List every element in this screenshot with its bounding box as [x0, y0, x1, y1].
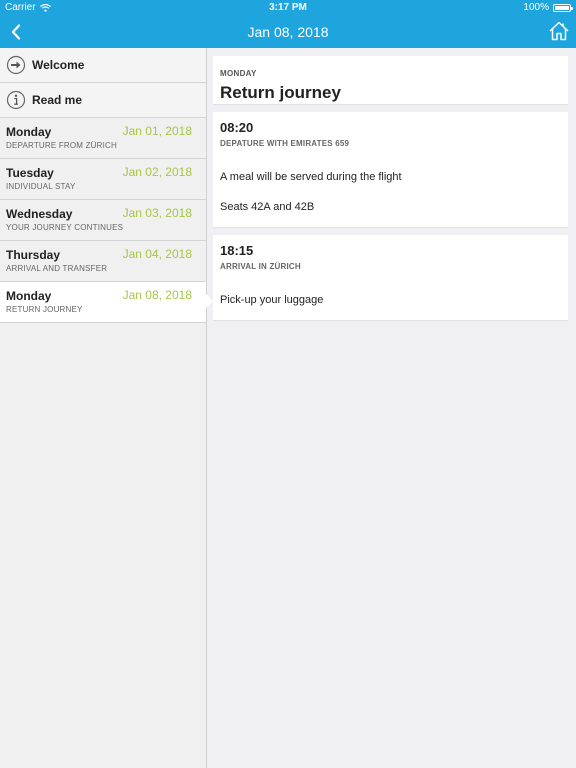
- sidebar-item-read-me[interactable]: Read me: [0, 83, 206, 118]
- event-title: DEPATURE WITH EMIRATES 659: [220, 139, 350, 148]
- event-title: ARRIVAL IN ZÜRICH: [220, 262, 301, 271]
- sidebar: Welcome Read me Monday Jan 01, 2018 DEPA…: [0, 48, 213, 768]
- day-name: Tuesday: [6, 166, 54, 180]
- day-subtitle: YOUR JOURNEY CONTINUES: [6, 223, 124, 232]
- event-note: Seats 42A and 42B: [220, 201, 315, 213]
- day-item-jan-04[interactable]: Thursday Jan 04, 2018 ARRIVAL AND TRANSF…: [0, 241, 206, 282]
- day-date: Jan 01, 2018: [122, 124, 192, 138]
- event-card-departure: 08:20 DEPATURE WITH EMIRATES 659 A meal …: [213, 112, 568, 228]
- battery-icon: [553, 3, 573, 12]
- day-header-card: MONDAY Return journey: [213, 56, 568, 105]
- status-time: 3:17 PM: [269, 2, 307, 13]
- event-note: Pick-up your luggage: [220, 294, 324, 306]
- day-item-jan-01[interactable]: Monday Jan 01, 2018 DEPARTURE FROM ZÜRIC…: [0, 118, 206, 159]
- detail-pane: MONDAY Return journey 08:20 DEPATURE WIT…: [207, 48, 576, 768]
- weekday-label: MONDAY: [220, 69, 257, 78]
- home-button[interactable]: [547, 19, 571, 43]
- event-time: 18:15: [220, 243, 254, 258]
- day-name: Monday: [6, 125, 52, 139]
- arrow-right-circle-icon: [6, 55, 26, 75]
- home-icon: [549, 21, 569, 41]
- day-date: Jan 02, 2018: [122, 165, 192, 179]
- info-circle-icon: [6, 90, 26, 110]
- day-subtitle: INDIVIDUAL STAY: [6, 182, 76, 191]
- day-subtitle: DEPARTURE FROM ZÜRICH: [6, 141, 118, 150]
- day-date: Jan 08, 2018: [122, 288, 192, 302]
- event-note: A meal will be served during the flight: [220, 171, 402, 183]
- nav-bar: Jan 08, 2018: [0, 16, 576, 48]
- sidebar-item-welcome[interactable]: Welcome: [0, 48, 206, 83]
- day-name: Thursday: [6, 248, 61, 262]
- day-subtitle: RETURN JOURNEY: [6, 305, 83, 314]
- nav-title: Jan 08, 2018: [247, 24, 329, 40]
- day-name: Wednesday: [6, 207, 73, 221]
- sidebar-item-label: Welcome: [32, 58, 85, 72]
- day-item-jan-03[interactable]: Wednesday Jan 03, 2018 YOUR JOURNEY CONT…: [0, 200, 206, 241]
- day-name: Monday: [6, 289, 52, 303]
- battery-indicator: 100%: [523, 2, 573, 13]
- day-date: Jan 03, 2018: [122, 206, 192, 220]
- day-subtitle: ARRIVAL AND TRANSFER: [6, 264, 108, 273]
- sidebar-item-label: Read me: [32, 93, 83, 107]
- event-card-arrival: 18:15 ARRIVAL IN ZÜRICH Pick-up your lug…: [213, 235, 568, 321]
- day-item-jan-08-selected[interactable]: Monday Jan 08, 2018 RETURN JOURNEY: [0, 282, 213, 323]
- page-title: Return journey: [220, 83, 341, 102]
- day-item-jan-02[interactable]: Tuesday Jan 02, 2018 INDIVIDUAL STAY: [0, 159, 206, 200]
- battery-percent: 100%: [523, 2, 549, 13]
- day-date: Jan 04, 2018: [122, 247, 192, 261]
- event-time: 08:20: [220, 120, 254, 135]
- status-bar: Carrier 3:17 PM 100%: [0, 0, 576, 16]
